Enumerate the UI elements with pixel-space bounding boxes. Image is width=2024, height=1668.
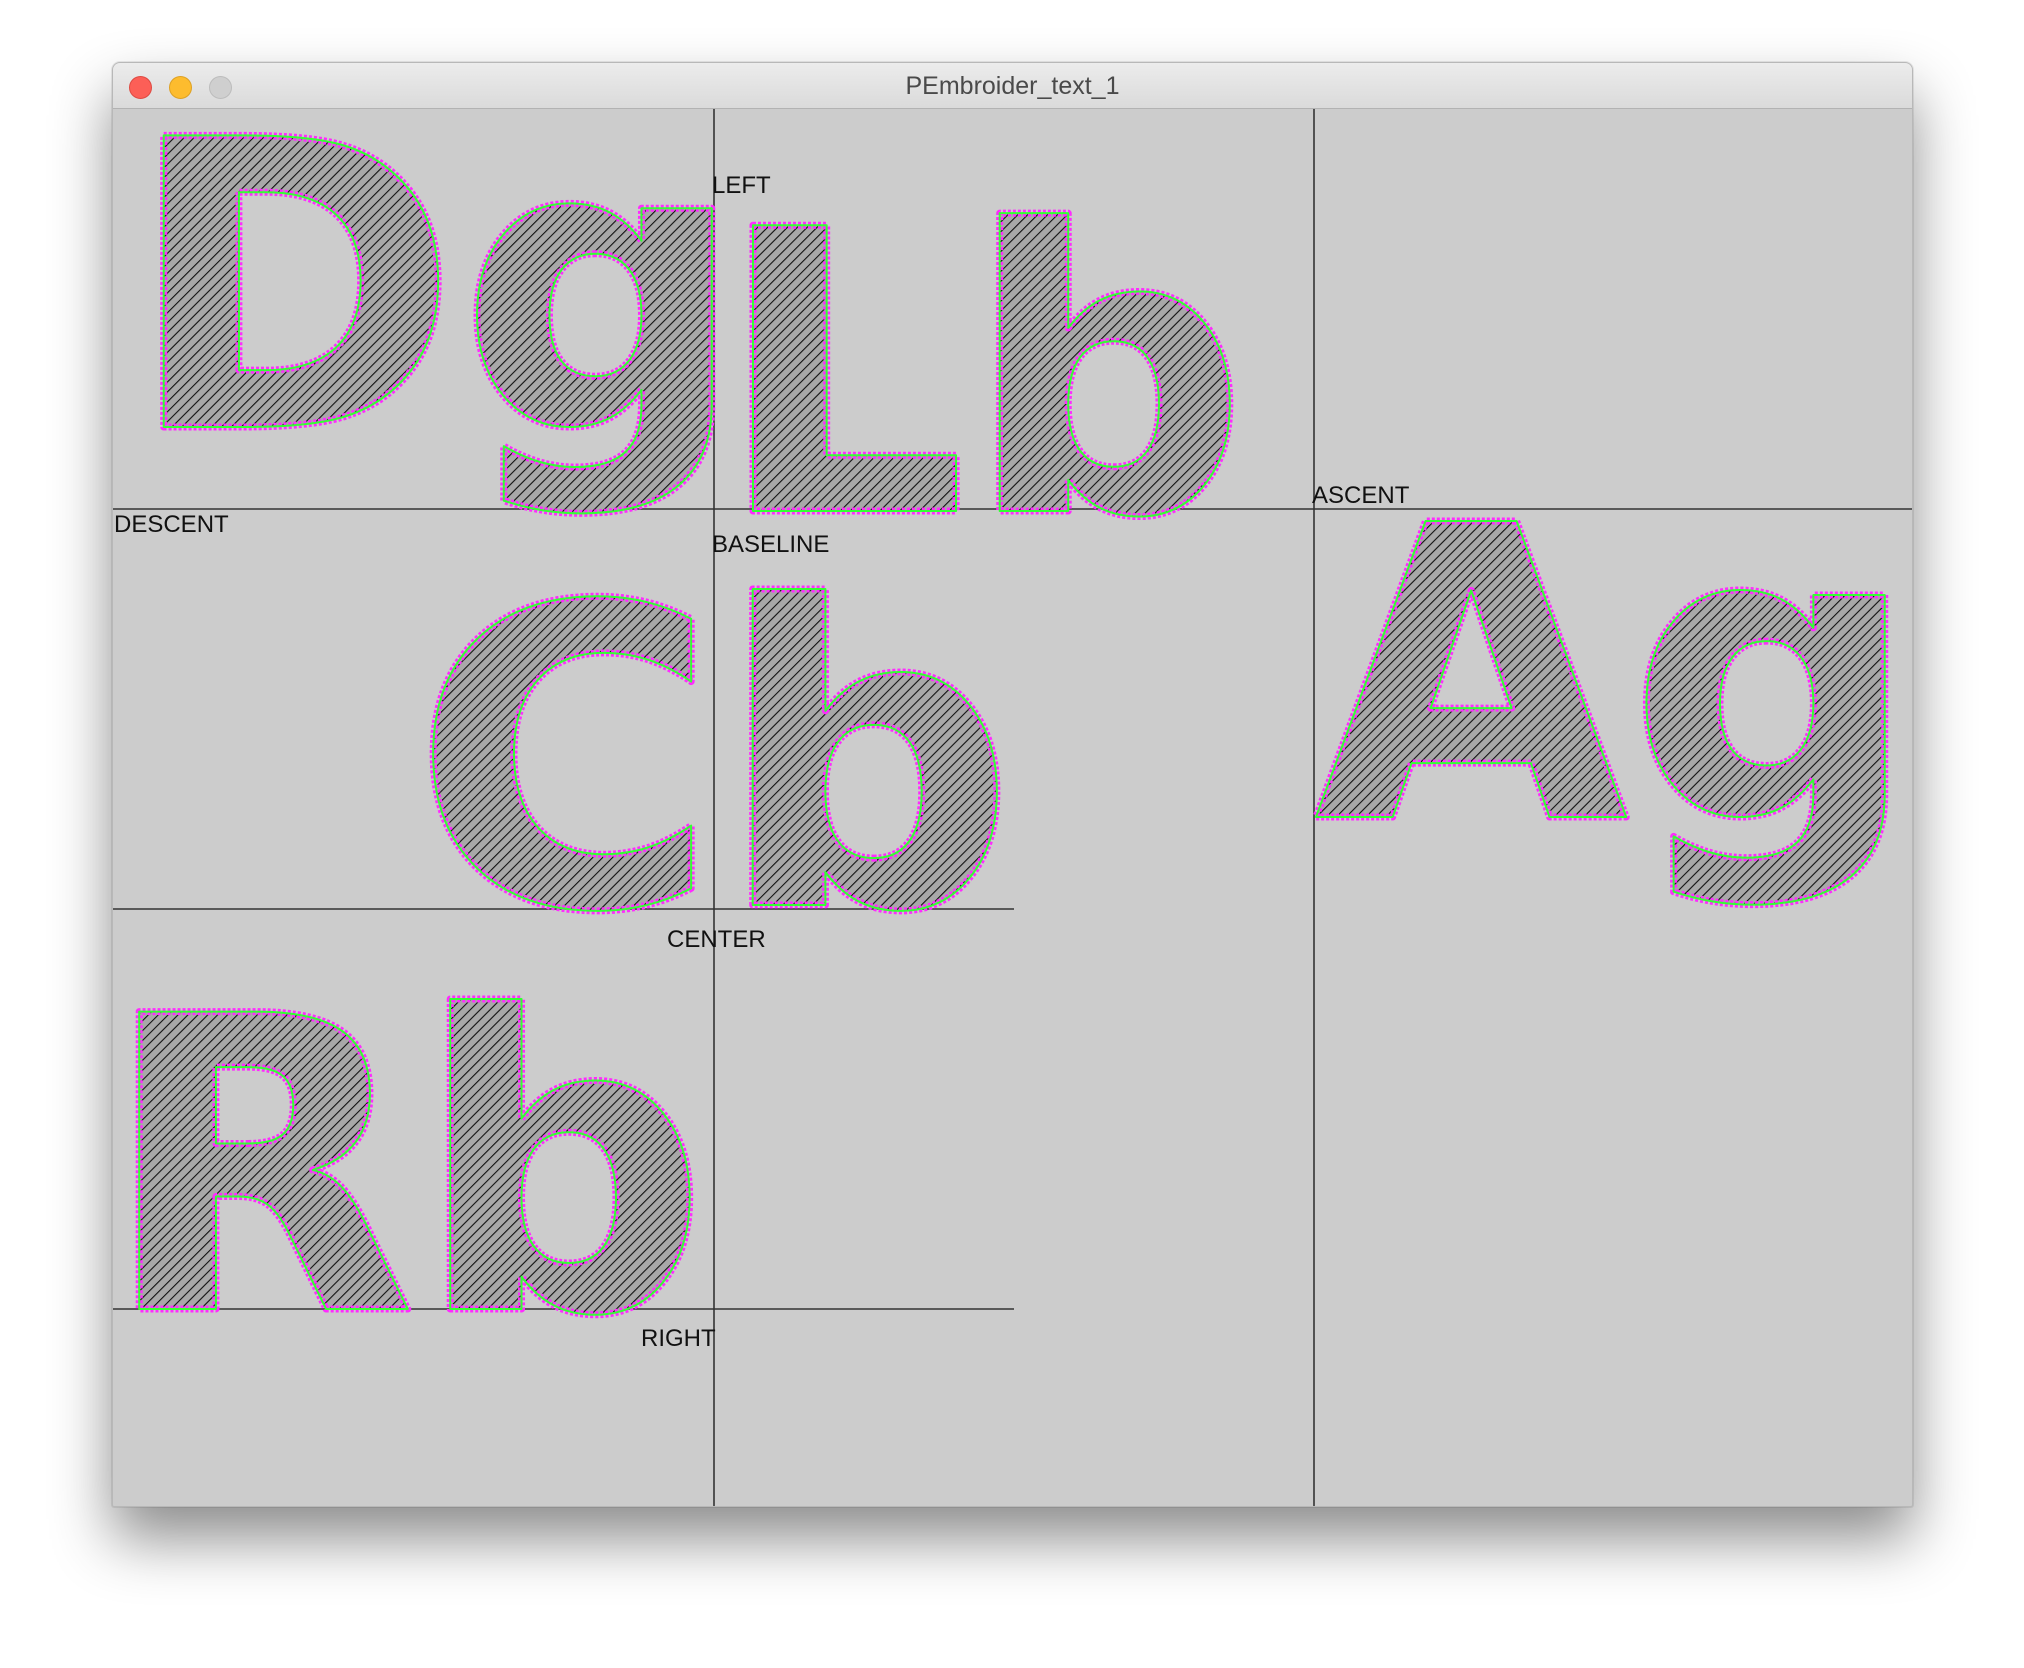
sample-dg: Dg Dg <box>124 109 749 526</box>
svg-text:Ag: Ag <box>1314 440 1913 913</box>
title-bar[interactable]: PEmbroider_text_1 <box>113 63 1912 109</box>
sketch-canvas[interactable]: Dg Dg Lb Lb Cb Cb Ag Ag Rb Rb LEFT BASEL… <box>113 109 1913 1506</box>
svg-text:Dg: Dg <box>127 109 745 522</box>
label-left: LEFT <box>712 172 771 199</box>
label-ascent: ASCENT <box>1312 482 1410 509</box>
label-descent: DESCENT <box>114 511 229 538</box>
app-window: PEmbroider_text_1 Dg Dg Lb Lb Cb Cb Ag A… <box>112 62 1913 1507</box>
svg-text:Rb: Rb <box>113 931 708 1406</box>
label-right: RIGHT <box>641 1325 716 1352</box>
sample-rb: Rb Rb <box>113 928 712 1410</box>
window-title: PEmbroider_text_1 <box>905 72 1120 100</box>
label-baseline: BASELINE <box>712 531 829 558</box>
label-center: CENTER <box>667 926 766 953</box>
sample-ag: Ag Ag <box>1311 437 1913 917</box>
